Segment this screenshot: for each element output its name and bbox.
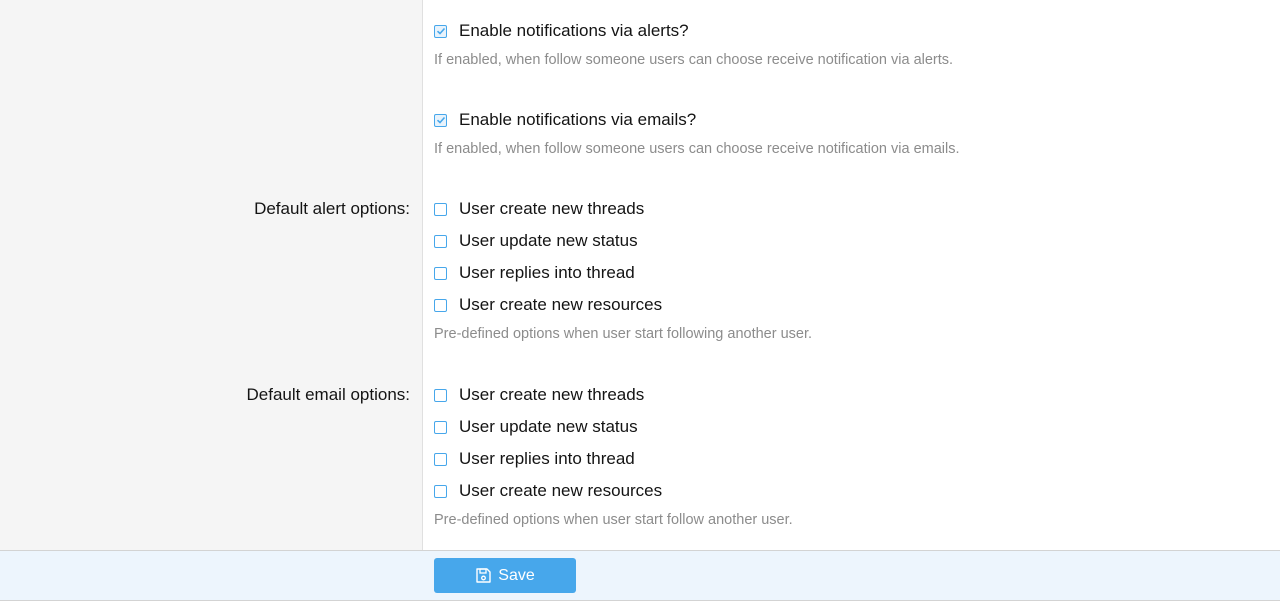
alert-option-checkbox[interactable] xyxy=(434,202,447,216)
alert-option-row[interactable]: User create new threads xyxy=(434,198,644,220)
enable-emails-checkbox[interactable] xyxy=(434,113,447,127)
email-option-label: User replies into thread xyxy=(459,449,635,468)
email-option-label: User update new status xyxy=(459,417,638,436)
email-option-row[interactable]: User replies into thread xyxy=(434,448,635,470)
email-option-row[interactable]: User update new status xyxy=(434,416,638,438)
form-footer: Save xyxy=(0,550,1280,601)
alert-option-checkbox[interactable] xyxy=(434,266,447,280)
enable-alerts-checkbox[interactable] xyxy=(434,24,447,38)
enable-alerts-checkbox-row[interactable]: Enable notifications via alerts? xyxy=(434,20,689,42)
save-button[interactable]: Save xyxy=(434,558,576,593)
alert-option-checkbox[interactable] xyxy=(434,234,447,248)
label-column xyxy=(0,0,423,550)
email-option-checkbox[interactable] xyxy=(434,484,447,498)
floppy-disk-icon xyxy=(476,568,491,583)
alert-options-hint: Pre-defined options when user start foll… xyxy=(434,326,813,342)
notification-settings-form: Enable notifications via alerts? If enab… xyxy=(0,0,1280,550)
email-option-checkbox[interactable] xyxy=(434,420,447,434)
email-options-hint: Pre-defined options when user start foll… xyxy=(434,512,793,528)
email-option-row[interactable]: User create new threads xyxy=(434,384,644,406)
alert-option-label: User replies into thread xyxy=(459,263,635,282)
enable-emails-checkbox-row[interactable]: Enable notifications via emails? xyxy=(434,109,696,131)
enable-alerts-label: Enable notifications via alerts? xyxy=(459,21,689,40)
email-option-row[interactable]: User create new resources xyxy=(434,480,662,502)
alert-option-label: User create new threads xyxy=(459,199,645,218)
alert-option-label: User create new resources xyxy=(459,295,663,314)
alert-option-row[interactable]: User replies into thread xyxy=(434,262,635,284)
alert-option-checkbox[interactable] xyxy=(434,298,447,312)
email-option-checkbox[interactable] xyxy=(434,452,447,466)
checkmark-icon xyxy=(436,27,445,35)
default-alert-options-label: Default alert options: xyxy=(254,199,410,218)
email-option-checkbox[interactable] xyxy=(434,388,447,402)
enable-alerts-hint: If enabled, when follow someone users ca… xyxy=(434,52,954,68)
alert-option-label: User update new status xyxy=(459,231,638,250)
save-button-label: Save xyxy=(498,566,535,584)
alert-option-row[interactable]: User update new status xyxy=(434,230,638,252)
checkmark-icon xyxy=(436,116,445,124)
email-option-label: User create new threads xyxy=(459,385,645,404)
enable-emails-label: Enable notifications via emails? xyxy=(459,110,697,129)
alert-option-row[interactable]: User create new resources xyxy=(434,294,662,316)
email-option-label: User create new resources xyxy=(459,481,663,500)
default-email-options-label: Default email options: xyxy=(246,385,410,404)
enable-emails-hint: If enabled, when follow someone users ca… xyxy=(434,141,960,157)
